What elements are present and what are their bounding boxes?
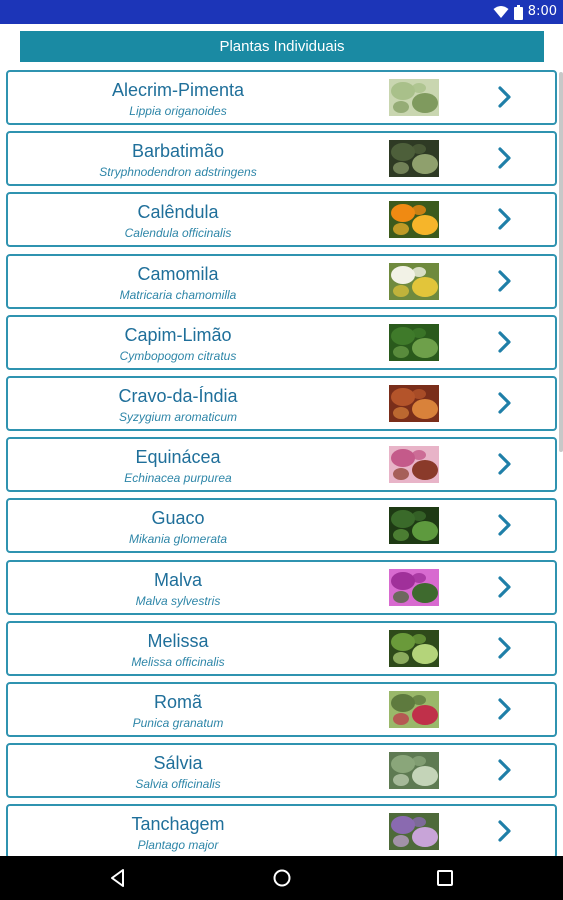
plant-name: Equinácea [135, 447, 221, 467]
list-item[interactable]: Alecrim-Pimenta Lippia origanoides [6, 70, 557, 125]
plant-scientific-name: Cymbopogom citratus [119, 349, 237, 363]
melissa-image [389, 630, 439, 667]
list-item[interactable]: Capim-Limão Cymbopogom citratus [6, 315, 557, 370]
chevron-right-icon[interactable] [496, 146, 514, 170]
chevron-right-icon[interactable] [496, 758, 514, 782]
list-item[interactable]: Romã Punica granatum [6, 682, 557, 737]
chevron-right-icon[interactable] [496, 636, 514, 660]
plant-name: Cravo-da-Índia [118, 386, 238, 406]
plant-name: Melissa [147, 631, 209, 651]
scrollbar[interactable] [559, 72, 563, 452]
plant-scientific-name: Calendula officinalis [124, 226, 232, 240]
barbatimao-image [389, 140, 439, 177]
page-title: Plantas Individuais [20, 31, 544, 62]
plant-name: Calêndula [137, 202, 219, 222]
home-icon[interactable] [272, 868, 292, 888]
plant-scientific-name: Matricaria chamomilla [119, 288, 237, 302]
list-item[interactable]: Tanchagem Plantago major [6, 804, 557, 859]
plant-name: Malva [153, 570, 202, 590]
battery-icon [513, 4, 523, 20]
list-item[interactable]: Calêndula Calendula officinalis [6, 192, 557, 247]
chevron-right-icon[interactable] [496, 391, 514, 415]
plant-name: Alecrim-Pimenta [111, 80, 245, 100]
plant-name: Barbatimão [131, 141, 225, 161]
camomila-image [389, 263, 439, 300]
malva-image [389, 569, 439, 606]
plant-scientific-name: Syzygium aromaticum [118, 410, 238, 424]
equinacea-image [389, 446, 439, 483]
plant-name: Guaco [151, 508, 205, 528]
plant-scientific-name: Malva sylvestris [135, 594, 221, 608]
list-item[interactable]: Barbatimão Stryphnodendron adstringens [6, 131, 557, 186]
plant-name: Camomila [137, 264, 219, 284]
page-title-text: Plantas Individuais [219, 38, 345, 55]
chevron-right-icon[interactable] [496, 513, 514, 537]
salvia-image [389, 752, 439, 789]
chevron-right-icon[interactable] [496, 819, 514, 843]
clock: 8:00 [527, 4, 557, 19]
list-item[interactable]: Sálvia Salvia officinalis [6, 743, 557, 798]
list-item[interactable]: Camomila Matricaria chamomilla [6, 254, 557, 309]
status-bar: 8:00 [0, 0, 563, 24]
chevron-right-icon[interactable] [496, 452, 514, 476]
capim-limao-image [389, 324, 439, 361]
chevron-right-icon[interactable] [496, 207, 514, 231]
list-item[interactable]: Malva Malva sylvestris [6, 560, 557, 615]
chevron-right-icon[interactable] [496, 269, 514, 293]
recents-icon[interactable] [435, 868, 455, 888]
plant-scientific-name: Stryphnodendron adstringens [99, 165, 257, 179]
chevron-right-icon[interactable] [496, 697, 514, 721]
wifi-icon [493, 6, 509, 18]
plant-scientific-name: Mikania glomerata [128, 532, 228, 546]
plant-name: Tanchagem [131, 814, 225, 834]
chevron-right-icon[interactable] [496, 85, 514, 109]
navigation-bar [0, 856, 563, 900]
plant-scientific-name: Lippia origanoides [129, 104, 227, 118]
chevron-right-icon[interactable] [496, 575, 514, 599]
plant-name: Sálvia [153, 753, 203, 773]
plant-scientific-name: Plantago major [137, 838, 219, 852]
list-item[interactable]: Guaco Mikania glomerata [6, 498, 557, 553]
plant-scientific-name: Echinacea purpurea [124, 471, 232, 485]
alecrim-pimenta-image [389, 79, 439, 116]
plant-scientific-name: Salvia officinalis [135, 777, 221, 791]
cravo-da-india-image [389, 385, 439, 422]
plant-scientific-name: Punica granatum [132, 716, 224, 730]
list-item[interactable]: Equinácea Echinacea purpurea [6, 437, 557, 492]
status-icons: 8:00 [493, 4, 557, 20]
plant-name: Romã [153, 692, 202, 712]
tanchagem-image [389, 813, 439, 850]
chevron-right-icon[interactable] [496, 330, 514, 354]
guaco-image [389, 507, 439, 544]
list-item[interactable]: Cravo-da-Índia Syzygium aromaticum [6, 376, 557, 431]
list-item[interactable]: Melissa Melissa officinalis [6, 621, 557, 676]
back-icon[interactable] [108, 868, 128, 888]
roma-image [389, 691, 439, 728]
plant-scientific-name: Melissa officinalis [131, 655, 225, 669]
calendula-image [389, 201, 439, 238]
plant-name: Capim-Limão [124, 325, 232, 345]
